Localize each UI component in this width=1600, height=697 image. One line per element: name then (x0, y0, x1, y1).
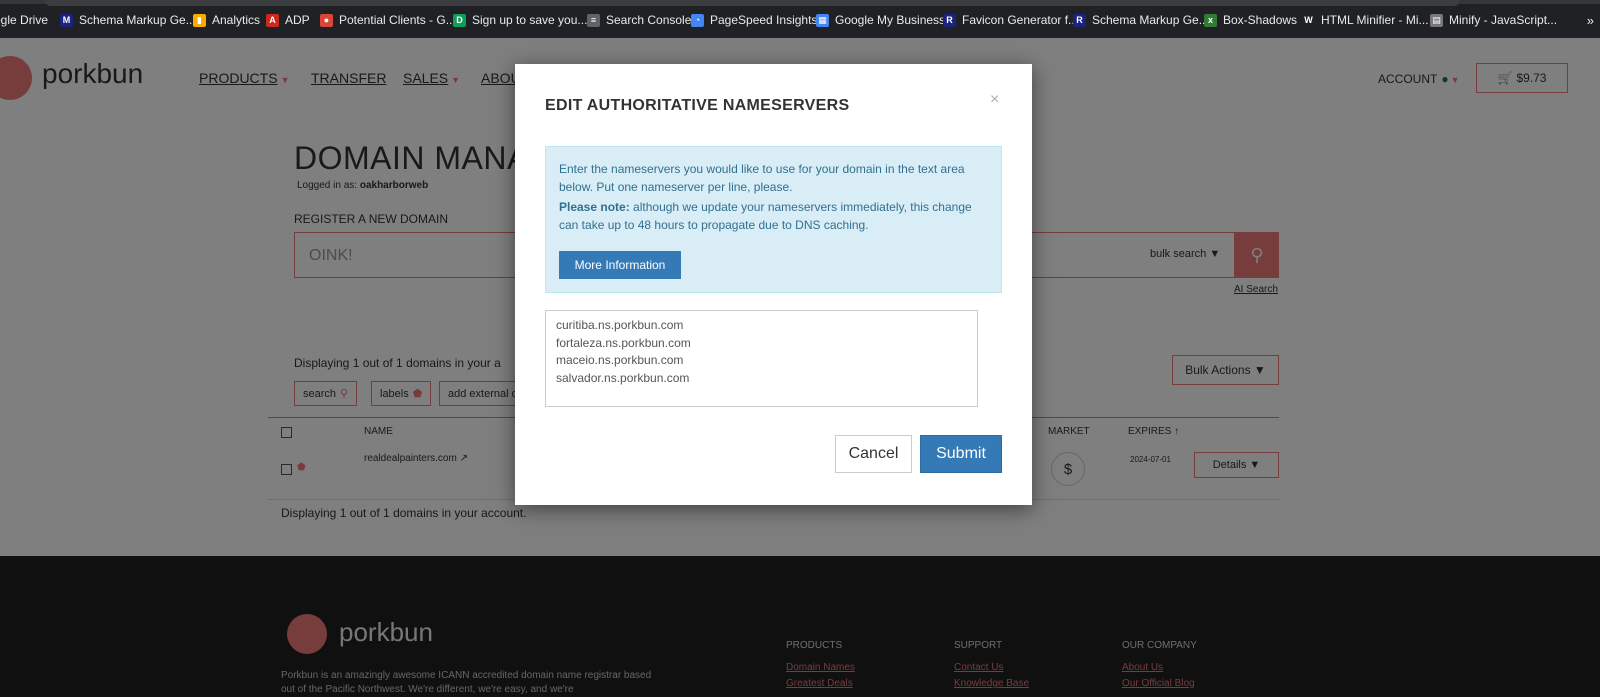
bookmark-item[interactable]: ▦ Google My Business (816, 13, 945, 27)
bookmark-label: Sign up to save you... (472, 13, 588, 27)
bookmark-label: Potential Clients - G... (339, 13, 456, 27)
bookmarks-overflow-button[interactable]: » (1587, 13, 1594, 28)
more-information-button[interactable]: More Information (559, 251, 681, 279)
search-console-icon: ≡ (587, 13, 600, 27)
schema-r-icon: R (1073, 13, 1086, 27)
bookmark-label: Search Console (606, 13, 692, 27)
bookmark-item[interactable]: x Box-Shadows (1204, 13, 1297, 27)
nameserver-line: salvador.ns.porkbun.com (556, 370, 690, 385)
bookmark-item[interactable]: ▮ Analytics (193, 13, 260, 27)
nameserver-line: curitiba.ns.porkbun.com (556, 318, 684, 332)
bookmarks-bar: ogle DriveMSchema Markup Ge...▮Analytics… (0, 0, 1600, 38)
bookmark-label: Schema Markup Ge... (79, 13, 196, 27)
bookmark-item[interactable]: ≡ Search Console (587, 13, 691, 27)
minify-icon: ▤ (1430, 13, 1443, 27)
bookmark-item[interactable]: A ADP (266, 13, 310, 27)
schema-icon: M (60, 13, 73, 27)
bookmark-label: PageSpeed Insights (710, 13, 818, 27)
adp-icon: A (266, 13, 279, 27)
bookmark-item[interactable]: R Favicon Generator f... (943, 13, 1078, 27)
modal-title: EDIT AUTHORITATIVE NAMESERVERS (545, 97, 850, 114)
cancel-button[interactable]: Cancel (835, 435, 912, 473)
bookmark-item[interactable]: R Schema Markup Ge... (1073, 13, 1209, 27)
signup-icon: D (453, 13, 466, 27)
info-alert: Enter the nameservers you would like to … (545, 146, 1002, 293)
bookmark-label: Analytics (212, 13, 261, 27)
bookmark-item[interactable]: M Schema Markup Ge... (60, 13, 196, 27)
pagespeed-icon: ◔ (691, 13, 704, 27)
map-pin-icon: ● (320, 13, 333, 27)
bookmark-label: ADP (285, 13, 310, 27)
close-icon[interactable]: × (990, 91, 999, 109)
bookmark-item[interactable]: ogle Drive (0, 13, 48, 27)
info-note: Please note: although we update your nam… (559, 198, 979, 234)
edit-nameservers-modal: EDIT AUTHORITATIVE NAMESERVERS × Enter t… (515, 64, 1032, 505)
bookmark-item[interactable]: ◔ PageSpeed Insights (691, 13, 817, 27)
bookmark-item[interactable]: ● Potential Clients - G... (320, 13, 456, 27)
wikipedia-icon: W (1302, 13, 1315, 27)
tab-strip (45, 0, 1460, 6)
nameservers-textarea[interactable]: curitiba.ns.porkbun.com fortaleza.ns.por… (545, 310, 978, 407)
bookmark-label: Minify - JavaScript... (1449, 13, 1558, 27)
note-label: Please note: (559, 200, 630, 214)
analytics-icon: ▮ (193, 13, 206, 27)
submit-button[interactable]: Submit (920, 435, 1002, 473)
bookmark-item[interactable]: W HTML Minifier - Mi... (1302, 13, 1429, 27)
bookmark-label: ogle Drive (0, 13, 49, 27)
bookmark-item[interactable]: D Sign up to save you... (453, 13, 587, 27)
info-instructions: Enter the nameservers you would like to … (559, 162, 965, 194)
bookmark-item[interactable]: ▤ Minify - JavaScript... (1430, 13, 1557, 27)
bookmark-label: Google My Business (835, 13, 946, 27)
bookmark-label: Schema Markup Ge... (1092, 13, 1209, 27)
bookmark-label: HTML Minifier - Mi... (1321, 13, 1429, 27)
favicon-icon: R (943, 13, 956, 27)
business-icon: ▦ (816, 13, 829, 27)
bookmark-label: Favicon Generator f... (962, 13, 1079, 27)
nameserver-line: fortaleza.ns.porkbun.com (556, 335, 691, 350)
nameserver-line: maceio.ns.porkbun.com (556, 353, 684, 367)
bookmark-label: Box-Shadows (1223, 13, 1298, 27)
box-shadows-icon: x (1204, 13, 1217, 27)
